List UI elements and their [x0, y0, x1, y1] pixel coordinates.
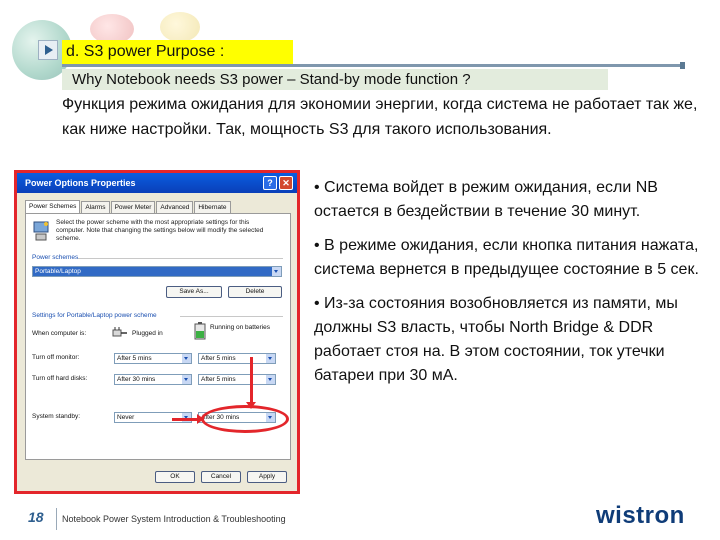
chevron-down-icon[interactable] [182, 354, 191, 363]
plug-icon [112, 327, 127, 337]
turn-off-monitor-label: Turn off monitor: [32, 354, 80, 361]
section-label: d. S3 power Purpose : [62, 40, 293, 64]
disks-battery-value: After 5 mins [201, 376, 236, 383]
orb-decoration [160, 12, 200, 42]
disks-plugged-value: After 30 mins [117, 376, 156, 383]
running-on-batteries-label: Running on batteries [210, 324, 270, 331]
section-subtitle: Why Notebook needs S3 power – Stand-by m… [62, 69, 608, 90]
bullet-item: • Из-за состояния возобновляется из памя… [314, 295, 678, 384]
chevron-down-icon[interactable] [266, 354, 275, 363]
settings-group-label: Settings for Portable/Laptop power schem… [32, 312, 157, 319]
chevron-down-icon[interactable] [266, 375, 275, 384]
when-computer-is-label: When computer is: [32, 330, 87, 337]
disks-battery-select[interactable]: After 5 mins [198, 374, 276, 385]
disks-plugged-select[interactable]: After 30 mins [114, 374, 192, 385]
delete-button[interactable]: Delete [228, 286, 282, 298]
dialog-title: Power Options Properties [25, 178, 136, 188]
help-button[interactable]: ? [263, 176, 277, 190]
chevron-down-icon[interactable] [182, 375, 191, 384]
close-button[interactable]: ✕ [279, 176, 293, 190]
computer-icon [33, 221, 49, 241]
page-number: 18 [28, 509, 44, 525]
annotation-arrow-right [172, 414, 204, 424]
monitor-plugged-select[interactable]: After 5 mins [114, 353, 192, 364]
cancel-button[interactable]: Cancel [201, 471, 241, 483]
monitor-battery-select[interactable]: After 5 mins [198, 353, 276, 364]
tab-power-schemes[interactable]: Power Schemes [25, 200, 81, 214]
group-divider [180, 316, 283, 317]
save-as-button[interactable]: Save As... [166, 286, 222, 298]
monitor-plugged-value: After 5 mins [117, 355, 152, 362]
standby-plugged-value: Never [117, 414, 135, 421]
title-divider-end [680, 62, 685, 69]
title-divider [62, 64, 684, 67]
play-icon[interactable] [38, 40, 58, 60]
power-scheme-select[interactable]: Portable/Laptop [32, 266, 282, 277]
footer-text: Notebook Power System Introduction & Tro… [62, 514, 286, 524]
monitor-battery-value: After 5 mins [201, 355, 236, 362]
scheme-description: Select the power scheme with the most ap… [56, 219, 264, 242]
chevron-down-icon[interactable] [272, 267, 281, 276]
footer-divider [56, 508, 57, 530]
power-schemes-group-label: Power schemes [32, 254, 79, 261]
apply-button[interactable]: Apply [247, 471, 287, 483]
intro-paragraph: Функция режима ожидания для экономии эне… [62, 96, 698, 138]
annotation-arrow-down [246, 357, 256, 409]
bullet-item: • Система войдет в режим ожидания, если … [314, 179, 658, 220]
power-scheme-value: Portable/Laptop [35, 268, 81, 275]
plugged-in-label: Plugged in [132, 330, 163, 337]
highlight-ellipse [201, 405, 289, 433]
turn-off-hard-disks-label: Turn off hard disks: [32, 375, 88, 382]
battery-icon [194, 322, 206, 340]
bullet-list: • Система войдет в режим ожидания, если … [314, 176, 704, 398]
dialog-tabs: Power Schemes Alarms Power Meter Advance… [25, 200, 232, 214]
power-options-dialog: Power Options Properties ? ✕ Power Schem… [14, 170, 300, 494]
system-standby-label: System standby: [32, 413, 81, 420]
group-divider [78, 258, 283, 259]
dialog-titlebar[interactable]: Power Options Properties ? ✕ [17, 173, 297, 193]
ok-button[interactable]: OK [155, 471, 195, 483]
wistron-logo: wistron [596, 502, 685, 529]
bullet-item: • В режиме ожидания, если кнопка питания… [314, 237, 699, 278]
